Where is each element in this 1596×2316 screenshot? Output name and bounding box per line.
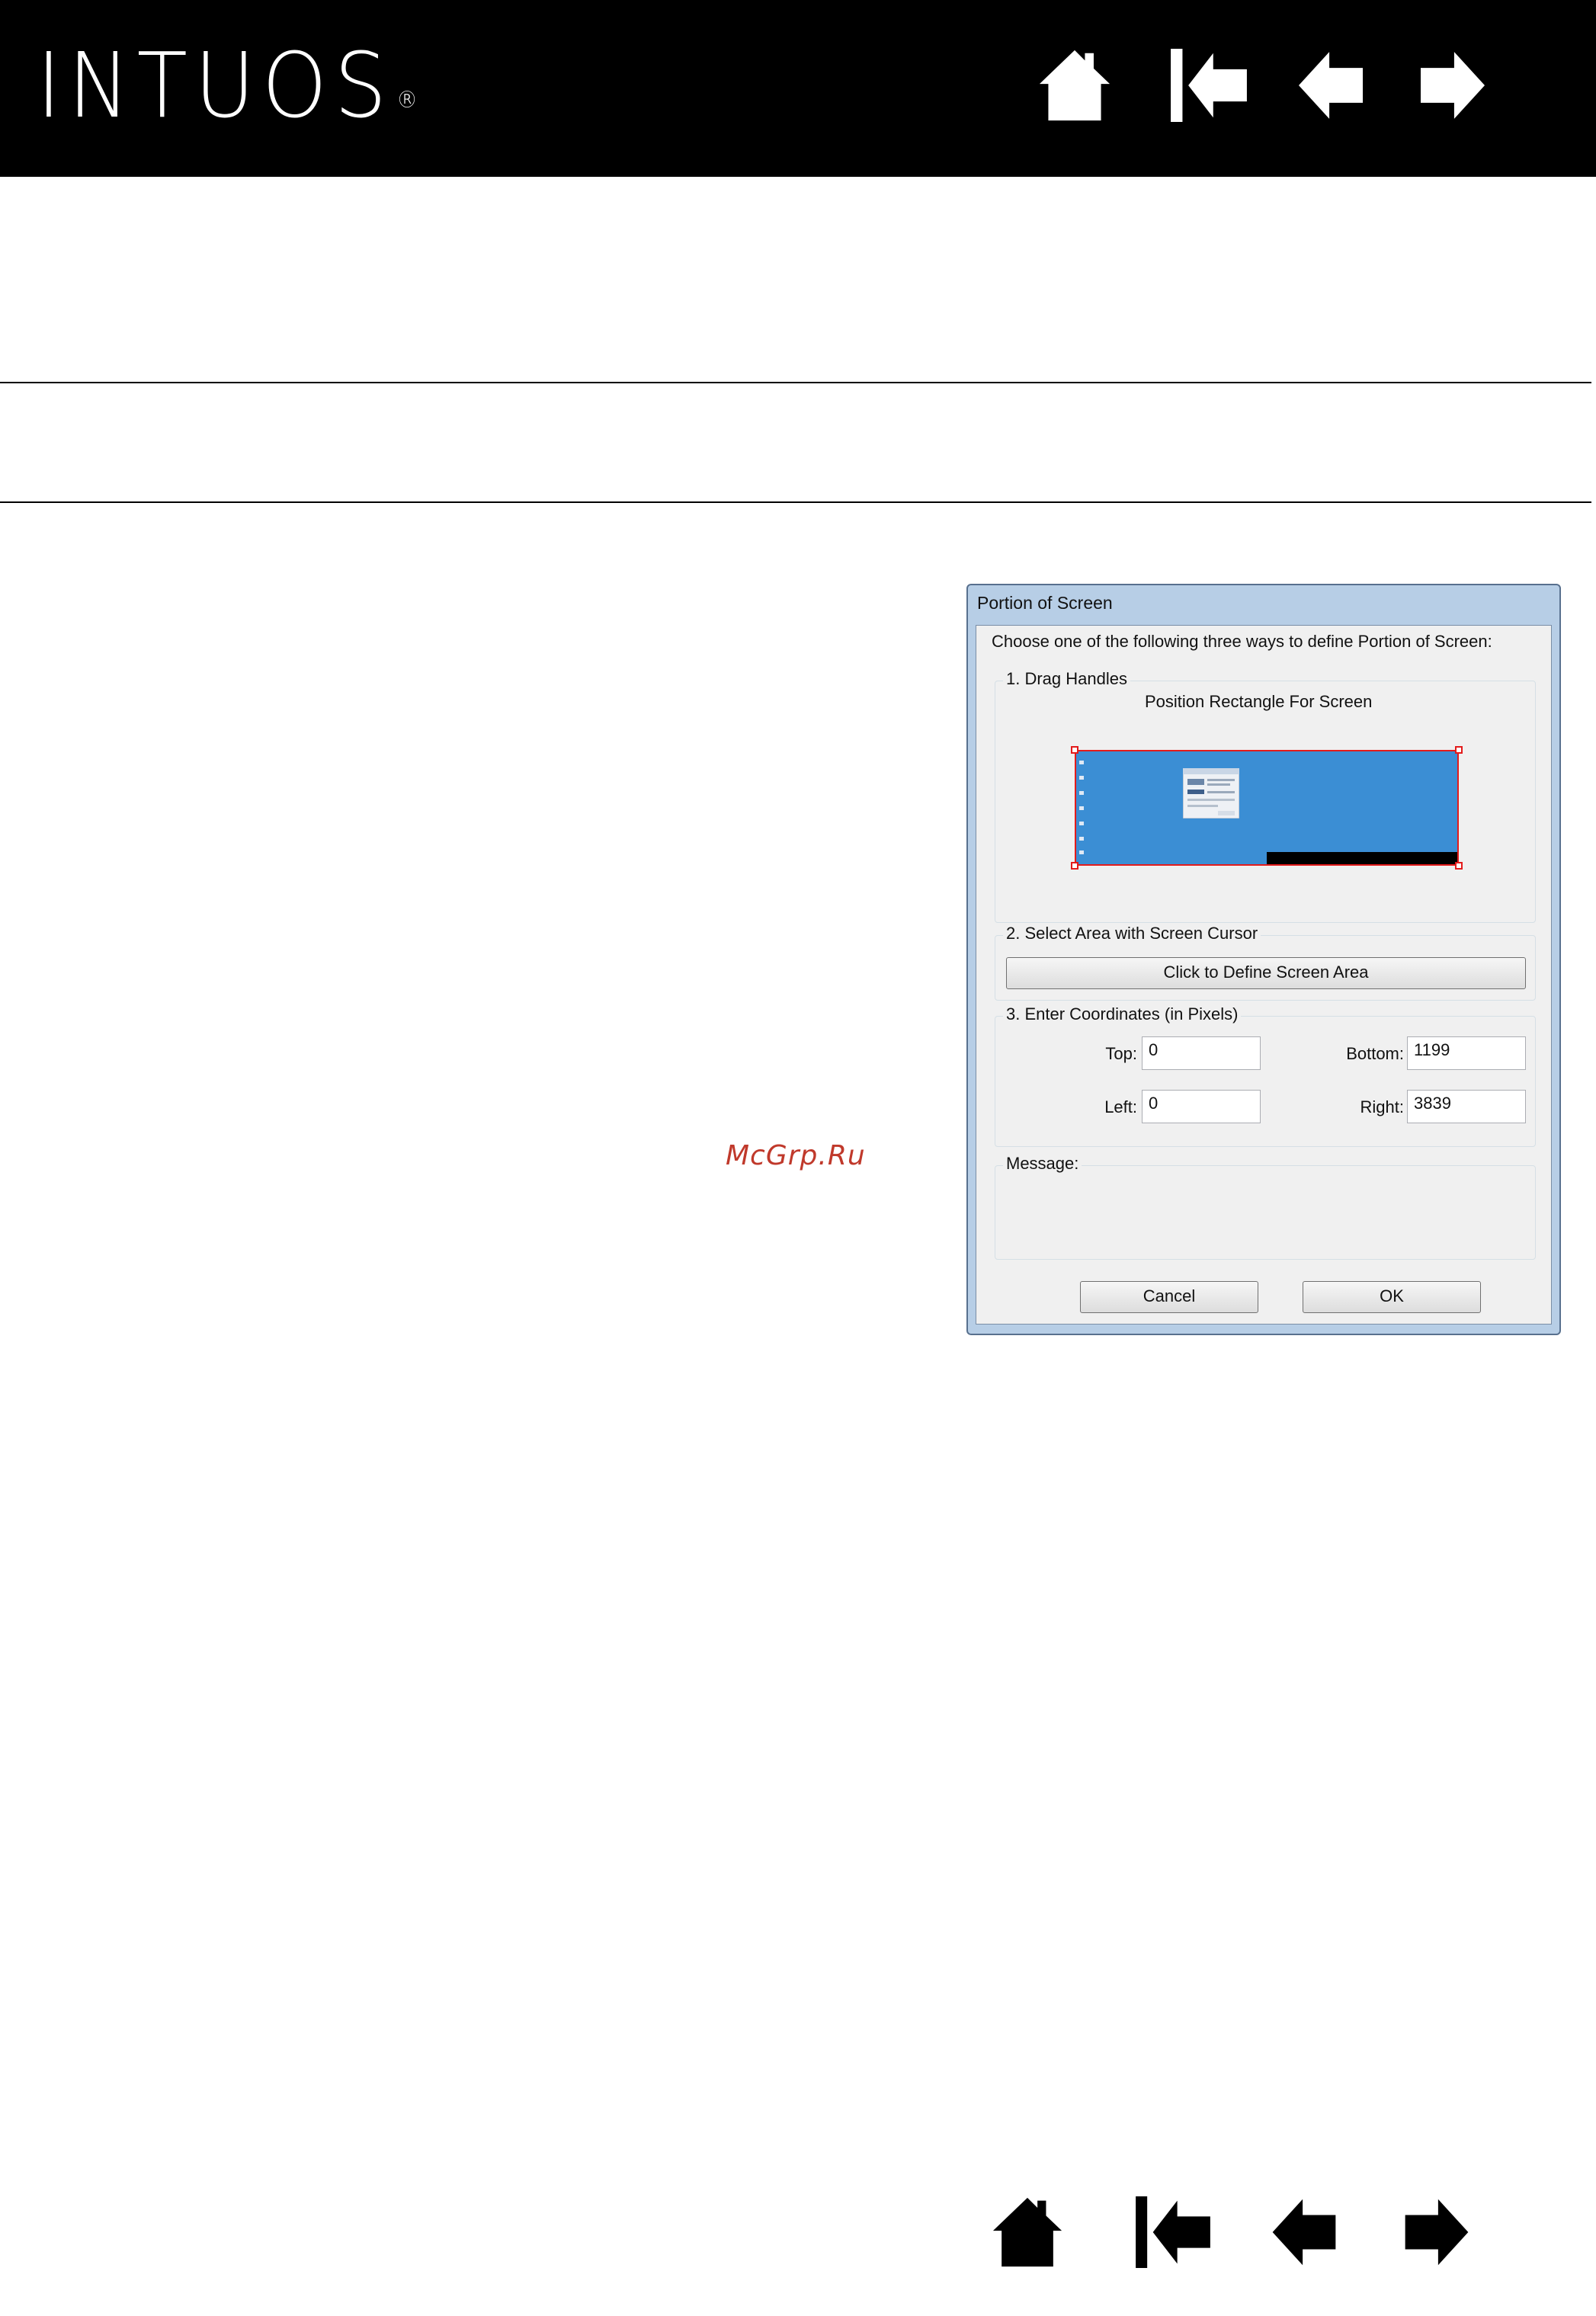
dialog-title: Portion of Screen (977, 593, 1113, 613)
drag-handles-group: 1. Drag Handles Position Rectangle For S… (995, 669, 1536, 923)
home-icon[interactable] (1038, 49, 1111, 122)
dialog-body: Choose one of the following three ways t… (976, 625, 1552, 1325)
top-input[interactable]: 0 (1142, 1036, 1261, 1070)
right-label: Right: (1360, 1097, 1404, 1116)
next-page-icon[interactable] (1404, 2196, 1469, 2268)
right-input[interactable]: 3839 (1407, 1090, 1526, 1123)
screen-area-rectangle[interactable] (1071, 746, 1463, 870)
section-rule-bottom (0, 501, 1591, 503)
previous-page-icon[interactable] (1271, 2196, 1337, 2268)
resize-handle-bottom-right[interactable] (1455, 862, 1463, 870)
message-group: Message: (995, 1154, 1536, 1260)
left-input[interactable]: 0 (1142, 1090, 1261, 1123)
previous-page-icon[interactable] (1299, 49, 1363, 122)
left-label: Left: (1104, 1097, 1137, 1116)
bottom-label: Bottom: (1346, 1044, 1404, 1063)
drag-handles-caption: Position Rectangle For Screen (1145, 692, 1373, 711)
select-area-group: 2. Select Area with Screen Cursor Click … (995, 924, 1536, 1001)
resize-handle-top-right[interactable] (1455, 746, 1463, 754)
desktop-icons (1079, 761, 1084, 854)
watermark-text: McGrp.Ru (726, 1140, 866, 1171)
first-page-icon[interactable] (1171, 49, 1247, 122)
message-label: Message: (1003, 1154, 1082, 1174)
define-screen-area-button[interactable]: Click to Define Screen Area (1006, 957, 1526, 989)
bottom-input[interactable]: 1199 (1407, 1036, 1526, 1070)
resize-handle-top-left[interactable] (1071, 746, 1078, 754)
intuos-logo: INTUOS ® (37, 33, 418, 138)
resize-handle-bottom-left[interactable] (1071, 862, 1078, 870)
window-thumbnail (1183, 768, 1239, 818)
header-bar: INTUOS ® (0, 0, 1596, 177)
home-icon[interactable] (991, 2196, 1064, 2268)
coordinates-label: 3. Enter Coordinates (in Pixels) (1003, 1004, 1242, 1024)
ok-button[interactable]: OK (1303, 1281, 1481, 1313)
select-area-label: 2. Select Area with Screen Cursor (1003, 924, 1261, 943)
first-page-icon[interactable] (1134, 2196, 1212, 2268)
cancel-button[interactable]: Cancel (1080, 1281, 1258, 1313)
next-page-icon[interactable] (1421, 49, 1485, 122)
taskbar (1267, 852, 1457, 864)
dialog-instruction: Choose one of the following three ways t… (992, 632, 1492, 651)
top-label: Top: (1105, 1044, 1137, 1063)
drag-handles-label: 1. Drag Handles (1003, 669, 1130, 689)
coordinates-group: 3. Enter Coordinates (in Pixels) Top: 0 … (995, 1004, 1536, 1147)
portion-of-screen-dialog: Portion of Screen Choose one of the foll… (966, 584, 1561, 1335)
section-rule-top (0, 382, 1591, 383)
